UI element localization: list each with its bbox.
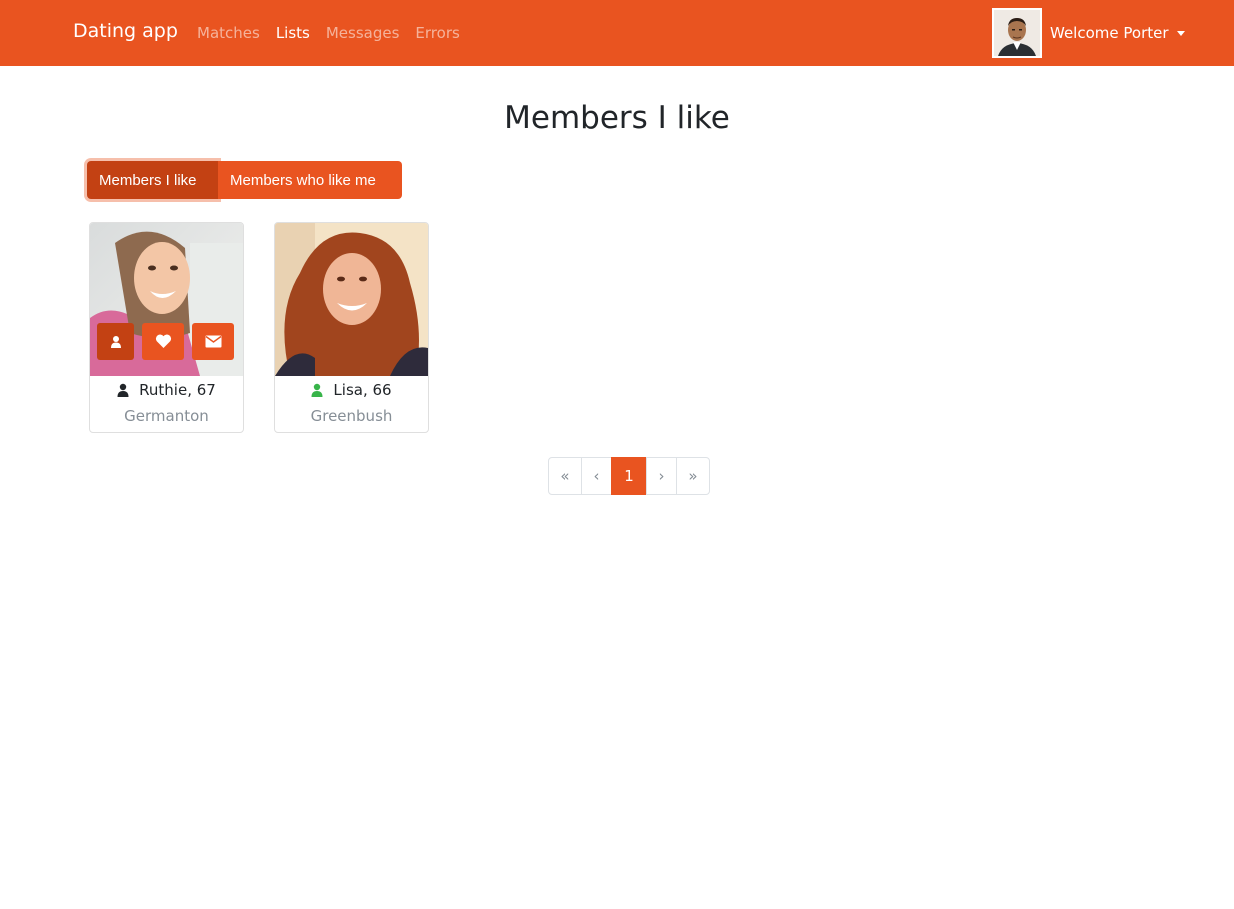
envelope-icon — [205, 335, 221, 348]
nav-link-errors[interactable]: Errors — [415, 24, 459, 42]
member-card-body: Lisa, 66 Greenbush — [275, 381, 428, 425]
page-title: Members I like — [504, 100, 730, 136]
user-menu: Welcome Porter — [992, 8, 1185, 58]
user-avatar — [992, 8, 1042, 58]
members-who-like-me-button[interactable]: Members who like me — [218, 161, 402, 199]
caret-down-icon — [1176, 30, 1185, 36]
member-actions — [97, 323, 234, 360]
member-card-body: Ruthie, 67 Germanton — [90, 381, 243, 425]
member-name-age: Lisa, 66 — [333, 381, 392, 399]
navbar: Dating app Matches Lists Messages Errors… — [0, 0, 1234, 66]
nav-link-messages[interactable]: Messages — [326, 24, 400, 42]
like-button[interactable] — [142, 323, 184, 360]
message-button[interactable] — [192, 323, 234, 360]
member-card: Ruthie, 67 Germanton — [89, 222, 244, 433]
member-name-age: Ruthie, 67 — [139, 381, 216, 399]
member-photo[interactable] — [275, 223, 428, 376]
nav-link-lists[interactable]: Lists — [276, 24, 310, 42]
member-city: Germanton — [124, 407, 209, 425]
nav-links: Matches Lists Messages Errors — [197, 24, 476, 42]
nav-link-matches[interactable]: Matches — [197, 24, 260, 42]
likes-filter-group: Members I like Members who like me — [87, 161, 402, 199]
pagination: « ‹ 1 › » — [548, 457, 710, 495]
last-page-button[interactable]: » — [676, 457, 710, 495]
heart-icon — [155, 334, 171, 348]
member-city: Greenbush — [310, 407, 393, 425]
offline-user-icon — [117, 383, 129, 397]
online-user-icon — [311, 383, 323, 397]
members-i-like-button[interactable]: Members I like — [87, 161, 218, 199]
user-dropdown-toggle[interactable]: Welcome Porter — [1050, 24, 1185, 42]
welcome-text: Welcome Porter — [1050, 24, 1169, 42]
member-name: Ruthie, 67 — [90, 381, 243, 399]
first-page-button[interactable]: « — [548, 457, 582, 495]
next-page-button[interactable]: › — [646, 457, 677, 495]
page-1-button[interactable]: 1 — [611, 457, 647, 495]
brand-link[interactable]: Dating app — [73, 20, 178, 42]
previous-page-button[interactable]: ‹ — [581, 457, 612, 495]
view-profile-button[interactable] — [97, 323, 134, 360]
member-photo[interactable] — [90, 223, 243, 376]
member-name: Lisa, 66 — [275, 381, 428, 399]
member-card: Lisa, 66 Greenbush — [274, 222, 429, 433]
user-icon — [110, 335, 121, 348]
